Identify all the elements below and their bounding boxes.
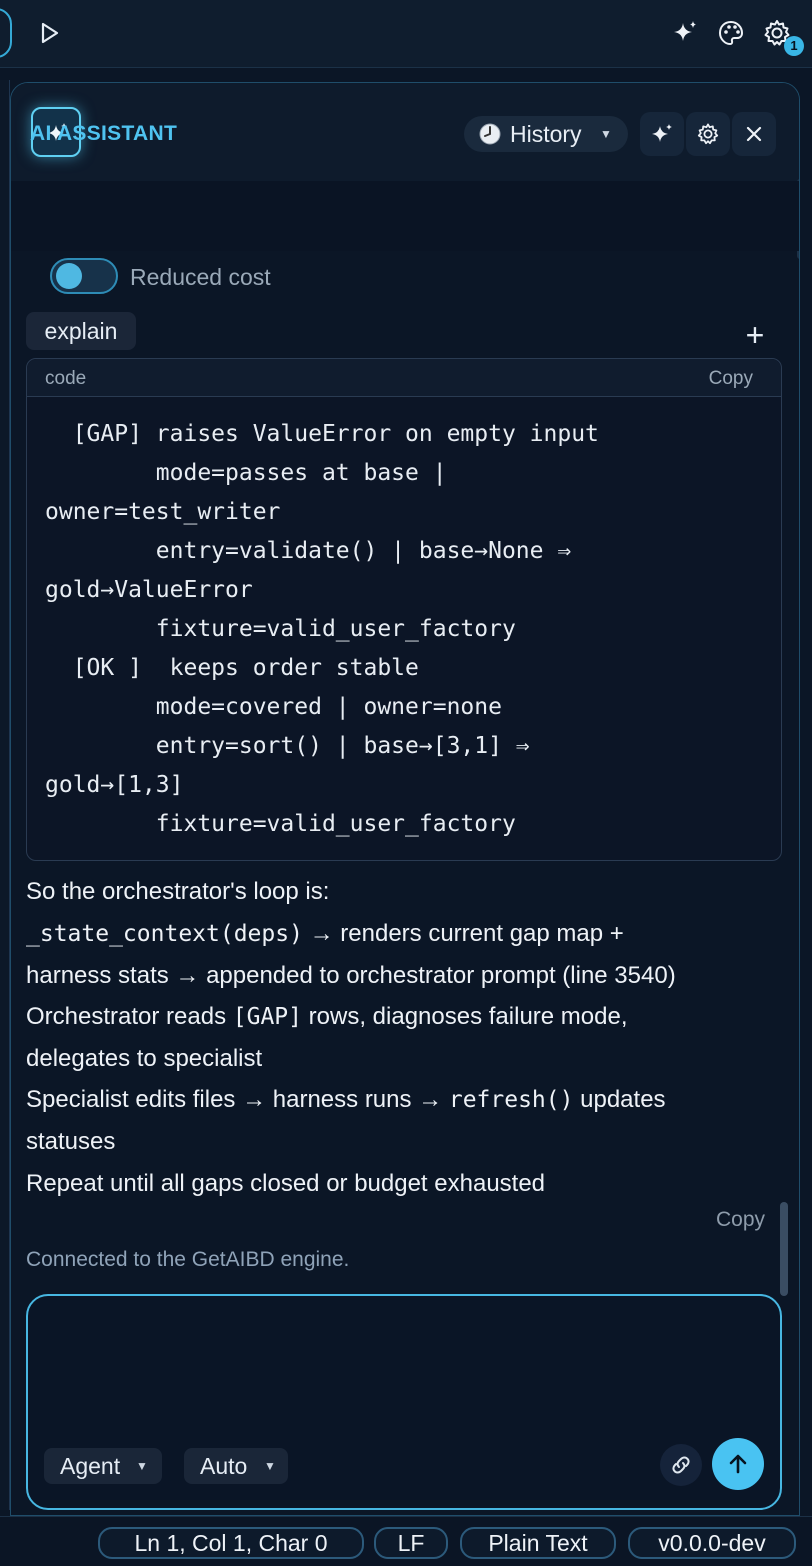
play-icon bbox=[41, 22, 59, 44]
ai-sparkle-button[interactable] bbox=[670, 18, 700, 48]
editor-edge bbox=[0, 80, 10, 1510]
sparkle-icon bbox=[652, 124, 672, 142]
code-block-header: code Copy bbox=[27, 359, 781, 397]
copy-code-button[interactable]: Copy bbox=[709, 368, 753, 390]
message-text: Specialist edits files → harness runs → bbox=[26, 1086, 449, 1113]
model-select-value: Auto bbox=[200, 1453, 248, 1479]
message-step-3: Specialist edits files → harness runs → … bbox=[26, 1086, 666, 1114]
cursor-position[interactable]: Ln 1, Col 1, Char 0 bbox=[98, 1527, 364, 1559]
version-label: v0.0.0-dev bbox=[628, 1527, 796, 1559]
assistant-header-bar bbox=[11, 181, 799, 251]
reduced-cost-toggle[interactable] bbox=[50, 258, 118, 294]
code-line: gold→ValueError bbox=[45, 577, 253, 603]
theme-button[interactable] bbox=[716, 18, 746, 48]
message-text: → renders current gap map + bbox=[302, 920, 624, 947]
chat-input[interactable] bbox=[44, 1310, 764, 1430]
code-line: gold→[1,3] bbox=[45, 772, 184, 798]
toggle-knob bbox=[56, 263, 82, 289]
chat-composer: Agent ▼ Auto ▼ bbox=[26, 1294, 782, 1510]
new-ai-chat-button[interactable] bbox=[640, 112, 684, 156]
palette-icon bbox=[718, 20, 744, 46]
message-step-4: Repeat until all gaps closed or budget e… bbox=[26, 1170, 546, 1197]
message-text: updates bbox=[573, 1086, 666, 1113]
code-line: mode=covered | owner=none bbox=[45, 694, 502, 720]
message-step-2: Orchestrator reads [GAP] rows, diagnoses… bbox=[26, 1003, 628, 1031]
toolbar-left-tab[interactable] bbox=[0, 8, 12, 58]
history-label: History bbox=[510, 121, 582, 147]
notification-badge: 1 bbox=[784, 36, 804, 56]
code-line: fixture=valid_user_factory bbox=[45, 811, 516, 837]
link-icon bbox=[672, 1456, 690, 1474]
gear-icon bbox=[697, 123, 719, 145]
code-line: entry=sort() | base→[3,1] ⇒ bbox=[45, 733, 530, 759]
code-block: code Copy [GAP] raises ValueError on emp… bbox=[26, 358, 782, 861]
explain-chip[interactable]: explain bbox=[26, 312, 136, 350]
language-mode[interactable]: Plain Text bbox=[460, 1527, 616, 1559]
message-step-1: _state_context(deps) → renders current g… bbox=[26, 920, 624, 948]
status-bar: Ln 1, Col 1, Char 0 LF Plain Text v0.0.0… bbox=[0, 1516, 812, 1566]
message-step-3-cont: statuses bbox=[26, 1128, 116, 1155]
code-line: entry=validate() | base→None ⇒ bbox=[45, 538, 572, 564]
inline-code: [GAP] bbox=[232, 1004, 302, 1030]
connection-status: Connected to the GetAIBD engine. bbox=[26, 1248, 350, 1271]
clock-icon bbox=[479, 123, 501, 145]
chevron-down-icon: ▼ bbox=[264, 1459, 276, 1473]
top-toolbar: 1 bbox=[0, 0, 812, 68]
run-button[interactable] bbox=[36, 20, 62, 46]
code-line: owner=test_writer bbox=[45, 499, 281, 525]
sparkle-icon bbox=[674, 21, 696, 41]
message-text: rows, diagnoses failure mode, bbox=[302, 1003, 628, 1030]
close-panel-button[interactable] bbox=[732, 112, 776, 156]
chevron-down-icon: ▼ bbox=[600, 127, 612, 141]
code-line: [GAP] raises ValueError on empty input bbox=[45, 421, 599, 447]
add-button[interactable]: + bbox=[740, 319, 770, 351]
history-dropdown[interactable]: History ▼ bbox=[464, 116, 628, 152]
code-language-label: code bbox=[45, 368, 87, 389]
mode-select-value: Agent bbox=[60, 1453, 121, 1479]
message-step-2-cont: delegates to specialist bbox=[26, 1045, 263, 1072]
close-icon bbox=[746, 126, 762, 142]
attach-link-button[interactable] bbox=[660, 1444, 702, 1486]
message-intro: So the orchestrator's loop is: bbox=[26, 878, 330, 905]
model-select[interactable]: Auto ▼ bbox=[184, 1448, 288, 1484]
line-ending[interactable]: LF bbox=[374, 1527, 448, 1559]
code-line: fixture=valid_user_factory bbox=[45, 616, 516, 642]
reduced-cost-label: Reduced cost bbox=[130, 264, 271, 290]
copy-message-button[interactable]: Copy bbox=[716, 1208, 765, 1232]
code-line: mode=passes at base | bbox=[45, 460, 447, 486]
message-step-1-cont: harness stats → appended to orchestrator… bbox=[26, 962, 676, 989]
inline-code: refresh() bbox=[448, 1087, 574, 1113]
inline-code: _state_context(deps) bbox=[26, 921, 303, 947]
arrow-up-icon bbox=[729, 1454, 747, 1474]
chat-scrollbar-thumb[interactable] bbox=[780, 1202, 788, 1296]
assistant-settings-button[interactable] bbox=[686, 112, 730, 156]
assistant-title: AI ASSISTANT bbox=[30, 122, 178, 145]
mode-select[interactable]: Agent ▼ bbox=[44, 1448, 162, 1484]
code-line: [OK ] keeps order stable bbox=[45, 655, 419, 681]
send-button[interactable] bbox=[712, 1438, 764, 1490]
chevron-down-icon: ▼ bbox=[136, 1459, 148, 1473]
message-text: Orchestrator reads bbox=[26, 1003, 233, 1030]
